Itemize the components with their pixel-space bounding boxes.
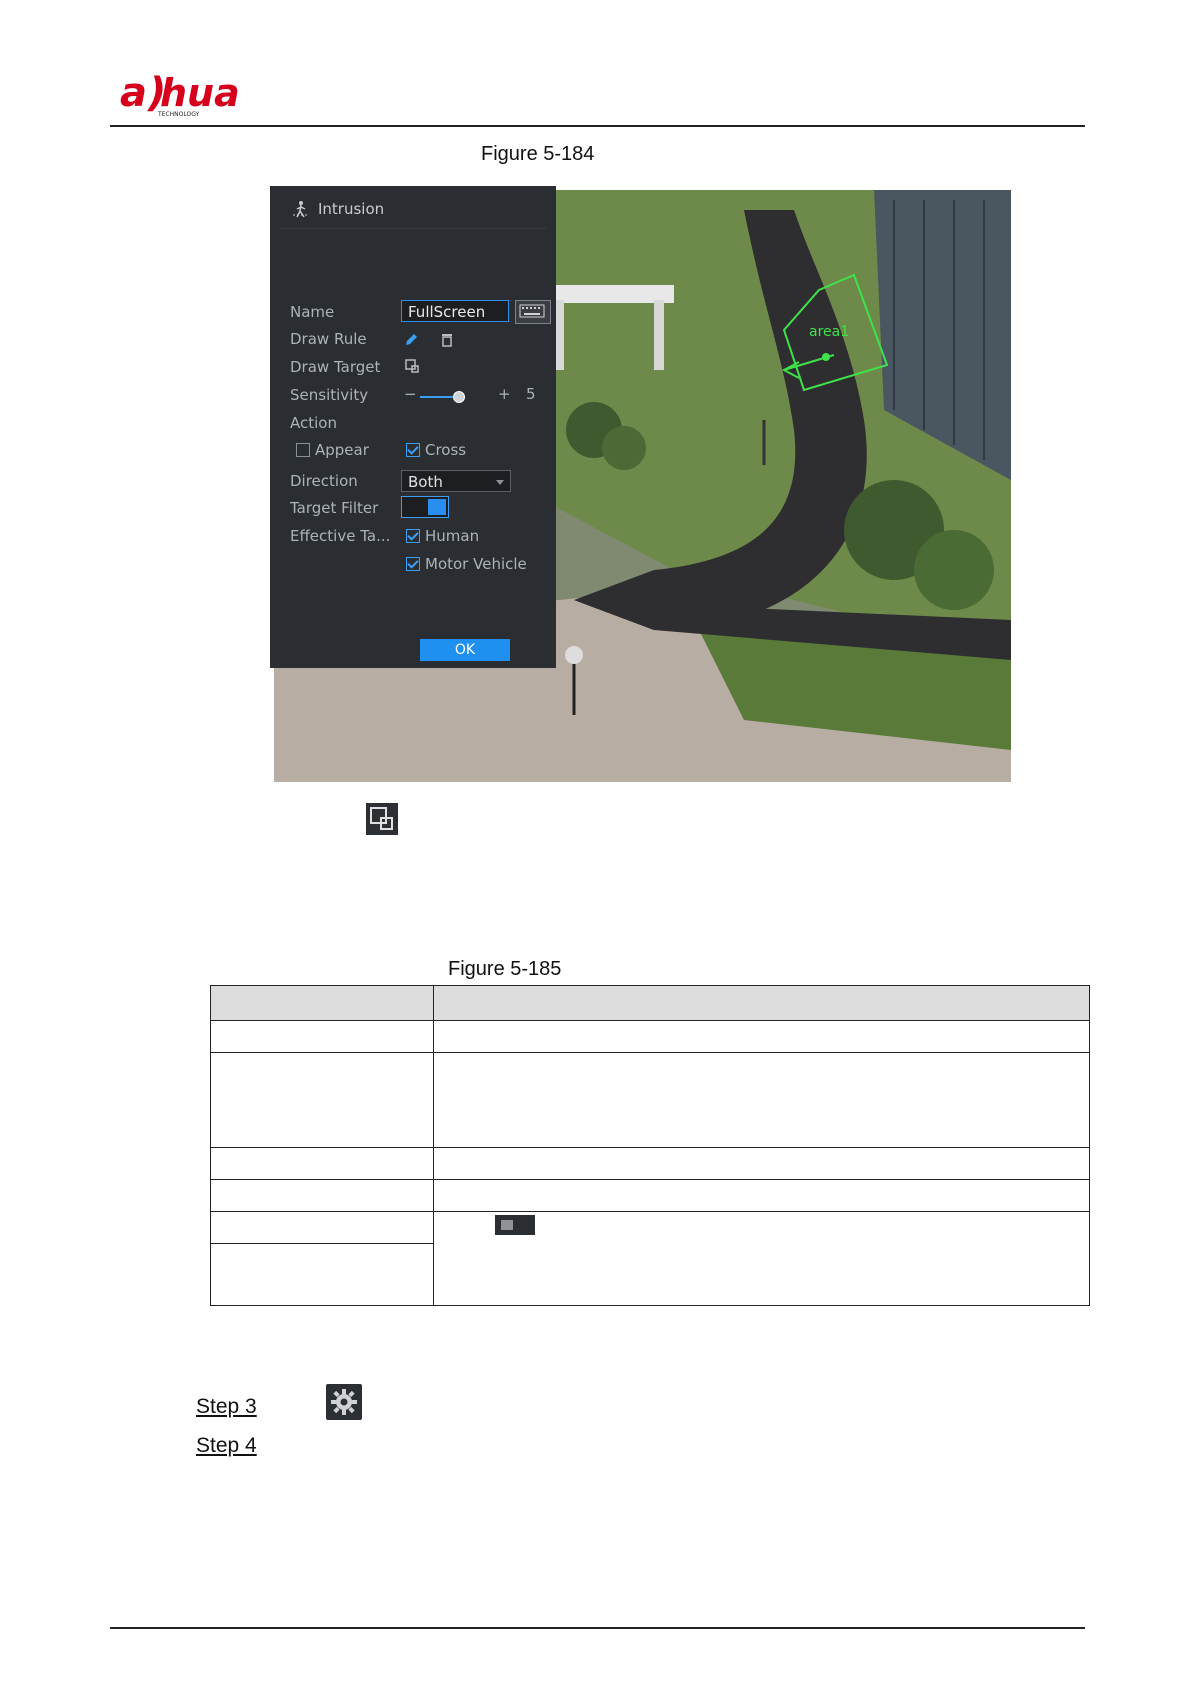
table-cell — [210, 1243, 434, 1306]
draw-target-icon-inline — [366, 803, 398, 835]
step-4-label: Step 4 — [196, 1434, 257, 1457]
table-row — [210, 1211, 1090, 1306]
draw-rule-label: Draw Rule — [290, 330, 367, 348]
table-row — [210, 1020, 1090, 1053]
keyboard-icon — [519, 304, 545, 318]
table-cell — [210, 1052, 434, 1148]
human-checkbox[interactable] — [406, 529, 420, 543]
table-cell — [210, 1211, 434, 1244]
figure-caption-184: Figure 5-184 — [481, 143, 595, 165]
table-cell — [210, 1179, 434, 1212]
svg-text:a: a — [120, 70, 147, 116]
target-filter-toggle[interactable] — [401, 496, 449, 518]
table-cell — [433, 1147, 1090, 1180]
motor-vehicle-checkbox[interactable] — [406, 557, 420, 571]
dahua-logo: a ) hua TECHNOLOGY — [120, 70, 240, 118]
cross-label: Cross — [425, 441, 467, 459]
sensitivity-minus[interactable]: − — [404, 385, 417, 403]
intrusion-settings-panel: Intrusion Name FullScreen Draw Rule Draw… — [270, 186, 556, 668]
keyboard-button[interactable] — [515, 300, 551, 324]
sensitivity-plus[interactable]: + — [498, 385, 511, 403]
action-label: Action — [290, 414, 337, 432]
pencil-icon[interactable] — [403, 332, 419, 348]
table-row — [210, 1147, 1090, 1180]
sensitivity-label: Sensitivity — [290, 386, 369, 404]
header-rule — [110, 125, 1085, 127]
table-row — [210, 1179, 1090, 1212]
direction-select[interactable]: Both — [401, 470, 511, 492]
name-input[interactable]: FullScreen — [401, 300, 509, 322]
intrusion-icon — [293, 201, 309, 218]
name-label: Name — [290, 303, 335, 321]
area1-label: area1 — [809, 324, 849, 340]
draw-target-icon[interactable] — [405, 359, 421, 375]
sensitivity-slider-knob[interactable] — [453, 391, 465, 403]
table-cell — [210, 1020, 434, 1053]
toggle-off-icon — [495, 1215, 535, 1235]
table-cell — [210, 1147, 434, 1180]
svg-text:TECHNOLOGY: TECHNOLOGY — [157, 111, 200, 118]
target-filter-label: Target Filter — [290, 499, 379, 517]
intrusion-screenshot-figure: area1 Intrusion Name FullScreen Draw Rul… — [270, 186, 1011, 786]
direction-value: Both — [408, 473, 443, 491]
footer-rule — [110, 1627, 1085, 1629]
ok-button[interactable]: OK — [420, 639, 510, 661]
direction-label: Direction — [290, 472, 358, 490]
panel-title: Intrusion — [292, 200, 384, 218]
draw-target-icon — [370, 807, 393, 830]
appear-label: Appear — [315, 441, 369, 459]
parameters-table — [210, 985, 1090, 1306]
human-label: Human — [425, 527, 480, 545]
draw-target-label: Draw Target — [290, 358, 381, 376]
table-header-cell — [210, 985, 434, 1021]
table-row — [210, 1052, 1090, 1148]
panel-divider — [280, 228, 546, 229]
table-cell — [433, 1052, 1090, 1148]
table-cell — [433, 1179, 1090, 1212]
appear-checkbox[interactable] — [296, 443, 310, 457]
figure-caption-185: Figure 5-185 — [448, 958, 562, 980]
cross-checkbox[interactable] — [406, 443, 420, 457]
panel-title-text: Intrusion — [318, 200, 385, 218]
gear-icon-glyph — [331, 1389, 357, 1415]
sensitivity-value: 5 — [526, 385, 536, 403]
gear-icon — [326, 1384, 362, 1420]
chevron-down-icon — [496, 480, 504, 485]
toggle-knob — [428, 499, 446, 515]
table-header-row — [210, 985, 1090, 1021]
table-cell — [433, 1020, 1090, 1053]
motor-vehicle-label: Motor Vehicle — [425, 555, 527, 573]
step-3-label: Step 3 — [196, 1395, 257, 1418]
table-header-cell — [433, 985, 1090, 1021]
effective-target-label: Effective Ta... — [290, 527, 391, 545]
svg-text:hua: hua — [160, 71, 240, 115]
trash-icon[interactable] — [440, 332, 454, 348]
